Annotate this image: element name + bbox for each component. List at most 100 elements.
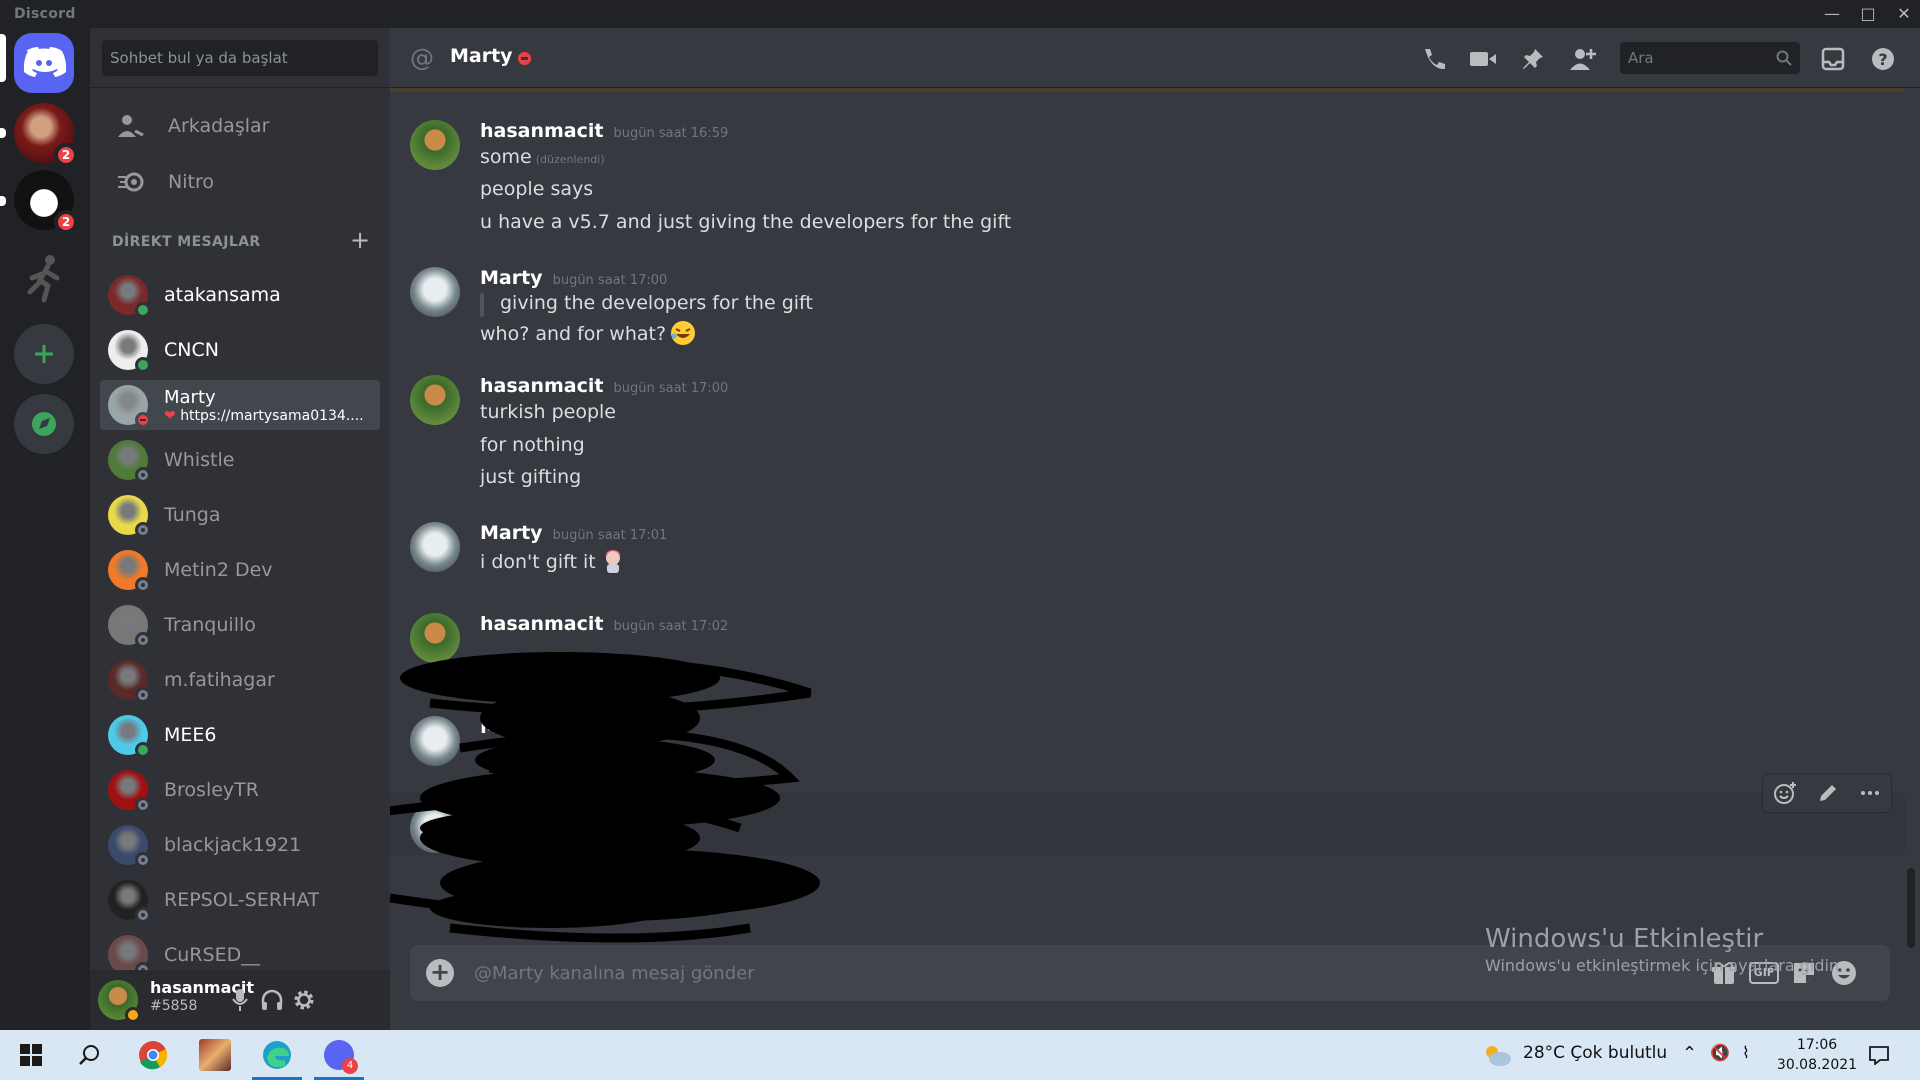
phone-call-icon[interactable] [1418, 44, 1448, 74]
dm-item-mee6[interactable]: MEE6 [100, 710, 380, 760]
server-icon-3[interactable] [14, 248, 74, 308]
headphones-icon[interactable] [257, 985, 287, 1015]
message-text: for nothing [480, 434, 585, 456]
timestamp: bugün saat 17:01 [552, 528, 668, 543]
author-avatar[interactable] [410, 613, 460, 663]
dm-item-brosleytr[interactable]: BrosleyTR [100, 765, 380, 815]
close-icon[interactable]: ✕ [1886, 0, 1920, 28]
avatar [108, 330, 151, 373]
upload-plus-icon[interactable]: + [426, 959, 454, 987]
microphone-icon[interactable] [225, 985, 255, 1015]
status-indicator [135, 687, 151, 703]
avatar [108, 880, 151, 923]
dm-item-atakansama[interactable]: atakansama [100, 270, 380, 320]
dm-name: Metin2 Dev [164, 559, 273, 581]
add-reaction-icon[interactable] [1773, 781, 1797, 805]
home-button[interactable] [14, 33, 74, 93]
conversation-search-input[interactable] [102, 40, 378, 76]
dm-name: MEE6 [164, 724, 217, 746]
status-indicator [135, 412, 151, 428]
author-name[interactable]: hasanmacit [480, 120, 603, 142]
add-server-button[interactable] [14, 324, 74, 384]
chat-search-input[interactable] [1620, 42, 1770, 74]
search-icon[interactable] [60, 1030, 118, 1080]
chat-scrollbar[interactable] [1907, 868, 1915, 948]
minimize-icon[interactable]: — [1814, 0, 1850, 28]
plus-icon [35, 345, 53, 363]
edge-icon[interactable] [248, 1030, 306, 1080]
volume-muted-icon[interactable]: 🔇 [1710, 1043, 1730, 1062]
dm-item-cncn[interactable]: CNCN [100, 325, 380, 375]
dm-item-tranquillo[interactable]: Tranquillo [100, 600, 380, 650]
nav-friends[interactable]: Arkadaşlar [100, 100, 380, 152]
dm-name: REPSOL-SERHAT [164, 889, 320, 911]
hovered-message-row [390, 793, 1905, 855]
notifications-icon[interactable] [1868, 1045, 1890, 1065]
dm-item-tunga[interactable]: Tunga [100, 490, 380, 540]
status-indicator [135, 907, 151, 923]
dm-name: atakansama [164, 284, 281, 306]
dm-name: m.fatihagar [164, 669, 275, 691]
dm-item-marty[interactable]: Marty ❤ https://martysama0134.... [100, 380, 380, 430]
unread-pill [0, 128, 6, 138]
more-options-icon[interactable] [1859, 782, 1881, 804]
dm-item-metin2-dev[interactable]: Metin2 Dev [100, 545, 380, 595]
video-call-icon[interactable] [1468, 44, 1498, 74]
taskbar-clock[interactable]: 17:06 30.08.2021 [1775, 1035, 1859, 1075]
timestamp: aat 17:03 [660, 803, 723, 818]
author-avatar[interactable] [410, 267, 460, 317]
pin-icon[interactable] [1518, 44, 1548, 74]
dm-item-blackjack1921[interactable]: blackjack1921 [100, 820, 380, 870]
server-icon-1[interactable]: 2 [14, 103, 78, 167]
show-hidden-icons-chevron-icon[interactable]: ⌃ [1682, 1043, 1697, 1064]
status-indicator [135, 467, 151, 483]
author-avatar[interactable] [410, 120, 460, 170]
selected-pill [0, 34, 6, 82]
nav-nitro-label: Nitro [168, 171, 214, 193]
inbox-icon[interactable] [1818, 44, 1848, 74]
dm-sidebar: Arkadaşlar Nitro DİREKT MESAJLAR + ataka… [90, 28, 390, 1030]
message-input[interactable] [472, 953, 1372, 993]
chat-area: @ Marty ? hasanmacit bugün saat 16:59 [390, 28, 1920, 1030]
author-name[interactable]: hasanmacit [480, 613, 603, 635]
message-text: turkish people [480, 401, 616, 423]
server-icon-2[interactable]: 2 [14, 170, 78, 234]
author-name[interactable]: Marty [480, 267, 543, 289]
help-icon[interactable]: ? [1868, 44, 1898, 74]
author-avatar[interactable] [410, 375, 460, 425]
dnd-status-icon [518, 52, 531, 65]
weather-text[interactable]: 28°C Çok bulutlu [1523, 1043, 1667, 1063]
maximize-icon[interactable]: □ [1850, 0, 1886, 28]
title-bar: Discord — □ ✕ [0, 0, 1920, 28]
avatar [108, 770, 151, 813]
at-sign-icon: @ [410, 44, 434, 72]
runner-icon [27, 255, 60, 303]
dm-item-whistle[interactable]: Whistle [100, 435, 380, 485]
status-indicator [135, 577, 151, 593]
settings-gear-icon[interactable] [289, 985, 319, 1015]
user-avatar[interactable] [98, 980, 141, 1023]
timestamp: bugün saat 16:59 [613, 126, 729, 141]
chrome-icon[interactable] [124, 1030, 182, 1080]
explore-servers-button[interactable] [14, 394, 74, 454]
add-friend-icon[interactable] [1568, 44, 1598, 74]
discord-icon[interactable]: 4 [310, 1030, 368, 1080]
author-name[interactable]: Marty [480, 522, 543, 544]
author-name[interactable]: hasanmacit [480, 375, 603, 397]
wifi-icon[interactable]: ⌇ [1742, 1043, 1750, 1062]
edit-pencil-icon[interactable] [1817, 782, 1839, 804]
create-dm-plus-icon[interactable]: + [348, 226, 372, 254]
dm-item-m-fatihagar[interactable]: m.fatihagar [100, 655, 380, 705]
clock-time: 17:06 [1796, 1037, 1838, 1053]
chat-search[interactable] [1620, 42, 1800, 74]
author-avatar[interactable] [410, 716, 460, 766]
author-avatar[interactable] [410, 522, 460, 572]
game-app-icon[interactable] [186, 1030, 244, 1080]
anime-sticker-emoji-icon [604, 550, 621, 573]
watermark-title: Windows'u Etkinleştir [1485, 924, 1764, 954]
dm-item-repsol-serhat[interactable]: REPSOL-SERHAT [100, 875, 380, 925]
author-name[interactable]: Marty [480, 716, 543, 738]
nav-nitro[interactable]: Nitro [100, 156, 380, 208]
author-avatar[interactable] [410, 803, 460, 853]
windows-start-icon[interactable] [2, 1030, 60, 1080]
